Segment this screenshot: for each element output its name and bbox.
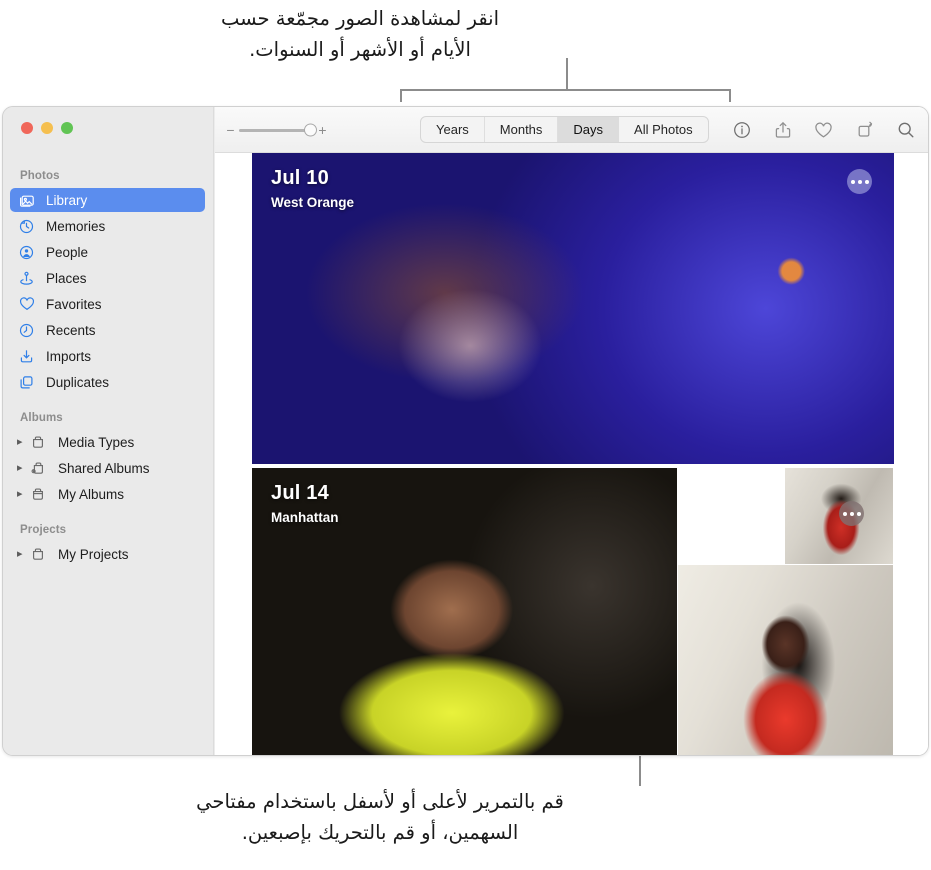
- sidebar-item-label: My Projects: [58, 546, 129, 562]
- sidebar-item-shared-albums[interactable]: ▸ Shared Albums: [10, 456, 205, 480]
- chevron-right-icon[interactable]: ▸: [17, 488, 29, 500]
- sidebar-item-recents[interactable]: Recents: [10, 318, 205, 342]
- photo-image: [678, 565, 893, 755]
- sidebar-item-label: Favorites: [46, 296, 102, 312]
- sidebar-item-label: My Albums: [58, 486, 125, 502]
- zoom-slider-track[interactable]: [239, 123, 317, 137]
- toolbar-icon-group: [731, 117, 916, 143]
- sidebar-item-library[interactable]: Library: [10, 188, 205, 212]
- sidebar-item-label: Duplicates: [46, 374, 110, 390]
- minimize-button[interactable]: [41, 122, 53, 134]
- places-icon: [19, 270, 39, 286]
- photo-tile-thumb-2[interactable]: [785, 468, 893, 564]
- photo-grid[interactable]: Jul 10 West Orange Jul 14 Manhattan: [215, 153, 928, 755]
- sidebar-item-places[interactable]: Places: [10, 266, 205, 290]
- tab-days[interactable]: Days: [558, 117, 620, 142]
- zoom-in-label[interactable]: +: [317, 122, 328, 138]
- clock-icon: [19, 322, 39, 338]
- dot: [857, 179, 862, 184]
- sidebar-item-my-albums[interactable]: ▸ My Albums: [10, 482, 205, 506]
- heart-icon[interactable]: [813, 120, 834, 141]
- photo-tile-thumb-3[interactable]: [678, 565, 893, 755]
- sidebar-scroll-area: Photos Library Memories People Places Fa…: [3, 161, 213, 755]
- info-icon[interactable]: [731, 120, 752, 141]
- dot: [849, 511, 854, 516]
- callout-top-leader-tick-left: [400, 89, 402, 102]
- sidebar-item-label: Memories: [46, 218, 106, 234]
- sidebar-item-label: Shared Albums: [58, 460, 150, 476]
- people-icon: [19, 244, 39, 260]
- window-traffic-lights: [21, 122, 73, 134]
- photo-tile-jul-10[interactable]: Jul 10 West Orange: [252, 153, 894, 464]
- dot: [856, 511, 861, 516]
- sidebar-item-label: People: [46, 244, 89, 260]
- sidebar-item-label: Imports: [46, 348, 92, 364]
- more-options-button[interactable]: [839, 501, 864, 526]
- chevron-right-icon[interactable]: ▸: [17, 436, 29, 448]
- photo-tile-label: Jul 14 Manhattan: [271, 482, 339, 525]
- sidebar-item-label: Media Types: [58, 434, 135, 450]
- sidebar-item-label: Places: [46, 270, 87, 286]
- photo-image: [678, 468, 784, 564]
- sidebar-item-favorites[interactable]: Favorites: [10, 292, 205, 316]
- sidebar-section-albums-header: Albums: [20, 412, 63, 424]
- sidebar-item-my-projects[interactable]: ▸ My Projects: [10, 542, 205, 566]
- sidebar-item-media-types[interactable]: ▸ Media Types: [10, 430, 205, 454]
- dot: [850, 179, 855, 184]
- zoom-slider-thumb[interactable]: [304, 123, 317, 137]
- dot: [864, 179, 869, 184]
- heart-icon: [19, 296, 39, 312]
- search-icon[interactable]: [895, 120, 916, 141]
- callout-top-leader-bar: [400, 89, 731, 91]
- sidebar-item-people[interactable]: People: [10, 240, 205, 264]
- duplicates-icon: [19, 374, 39, 390]
- shared-folder-icon: [31, 460, 51, 476]
- photo-date: Jul 14: [271, 482, 329, 504]
- view-mode-segmented-control[interactable]: Years Months Days All Photos: [420, 116, 709, 143]
- share-icon[interactable]: [772, 120, 793, 141]
- callout-top-leader-tick-right: [729, 89, 731, 102]
- sidebar-section-photos-header: Photos: [20, 170, 60, 182]
- sidebar-item-memories[interactable]: Memories: [10, 214, 205, 238]
- zoom-slider[interactable]: − +: [225, 119, 328, 141]
- sidebar-item-imports[interactable]: Imports: [10, 344, 205, 368]
- photo-tile-thumb-1[interactable]: [678, 468, 784, 564]
- callout-bottom-text: قم بالتمرير لأعلى أو لأسفل باستخدام مفتا…: [196, 790, 564, 844]
- folder-icon: [31, 486, 51, 502]
- import-icon: [19, 348, 39, 364]
- sidebar-section-projects-header: Projects: [20, 524, 67, 536]
- photo-tile-jul-14[interactable]: Jul 14 Manhattan: [252, 468, 677, 755]
- photo-date: Jul 10: [271, 167, 329, 189]
- content-area: − + Years Months Days All Photos Jul 10 …: [215, 107, 928, 755]
- zoom-button[interactable]: [61, 122, 73, 134]
- tab-years[interactable]: Years: [421, 117, 485, 142]
- more-options-button[interactable]: [847, 169, 872, 194]
- photo-place: West Orange: [271, 195, 355, 210]
- screenshot-root: انقر لمشاهدة الصور مجمّعة حسب الأيام أو …: [0, 0, 931, 870]
- chevron-right-icon[interactable]: ▸: [17, 462, 29, 474]
- tab-all-photos[interactable]: All Photos: [619, 117, 708, 142]
- callout-top-leader-stem: [566, 58, 568, 90]
- zoom-out-label[interactable]: −: [225, 122, 236, 138]
- folder-icon: [31, 434, 51, 450]
- chevron-right-icon[interactable]: ▸: [17, 548, 29, 560]
- toolbar: − + Years Months Days All Photos: [215, 107, 928, 153]
- photos-app-window: Photos Library Memories People Places Fa…: [2, 106, 929, 756]
- rotate-icon[interactable]: [854, 120, 875, 141]
- tab-months[interactable]: Months: [485, 117, 559, 142]
- sidebar: Photos Library Memories People Places Fa…: [3, 107, 214, 755]
- sidebar-item-label: Library: [46, 192, 88, 208]
- sidebar-item-duplicates[interactable]: Duplicates: [10, 370, 205, 394]
- dot: [842, 511, 847, 516]
- photo-tile-label: Jul 10 West Orange: [271, 167, 354, 210]
- folder-icon: [31, 546, 51, 562]
- callout-top-text: انقر لمشاهدة الصور مجمّعة حسب الأيام أو …: [220, 7, 500, 61]
- close-button[interactable]: [21, 122, 33, 134]
- memories-icon: [19, 218, 39, 234]
- sidebar-item-label: Recents: [46, 322, 96, 338]
- library-icon: [19, 192, 39, 208]
- photo-place: Manhattan: [271, 510, 339, 525]
